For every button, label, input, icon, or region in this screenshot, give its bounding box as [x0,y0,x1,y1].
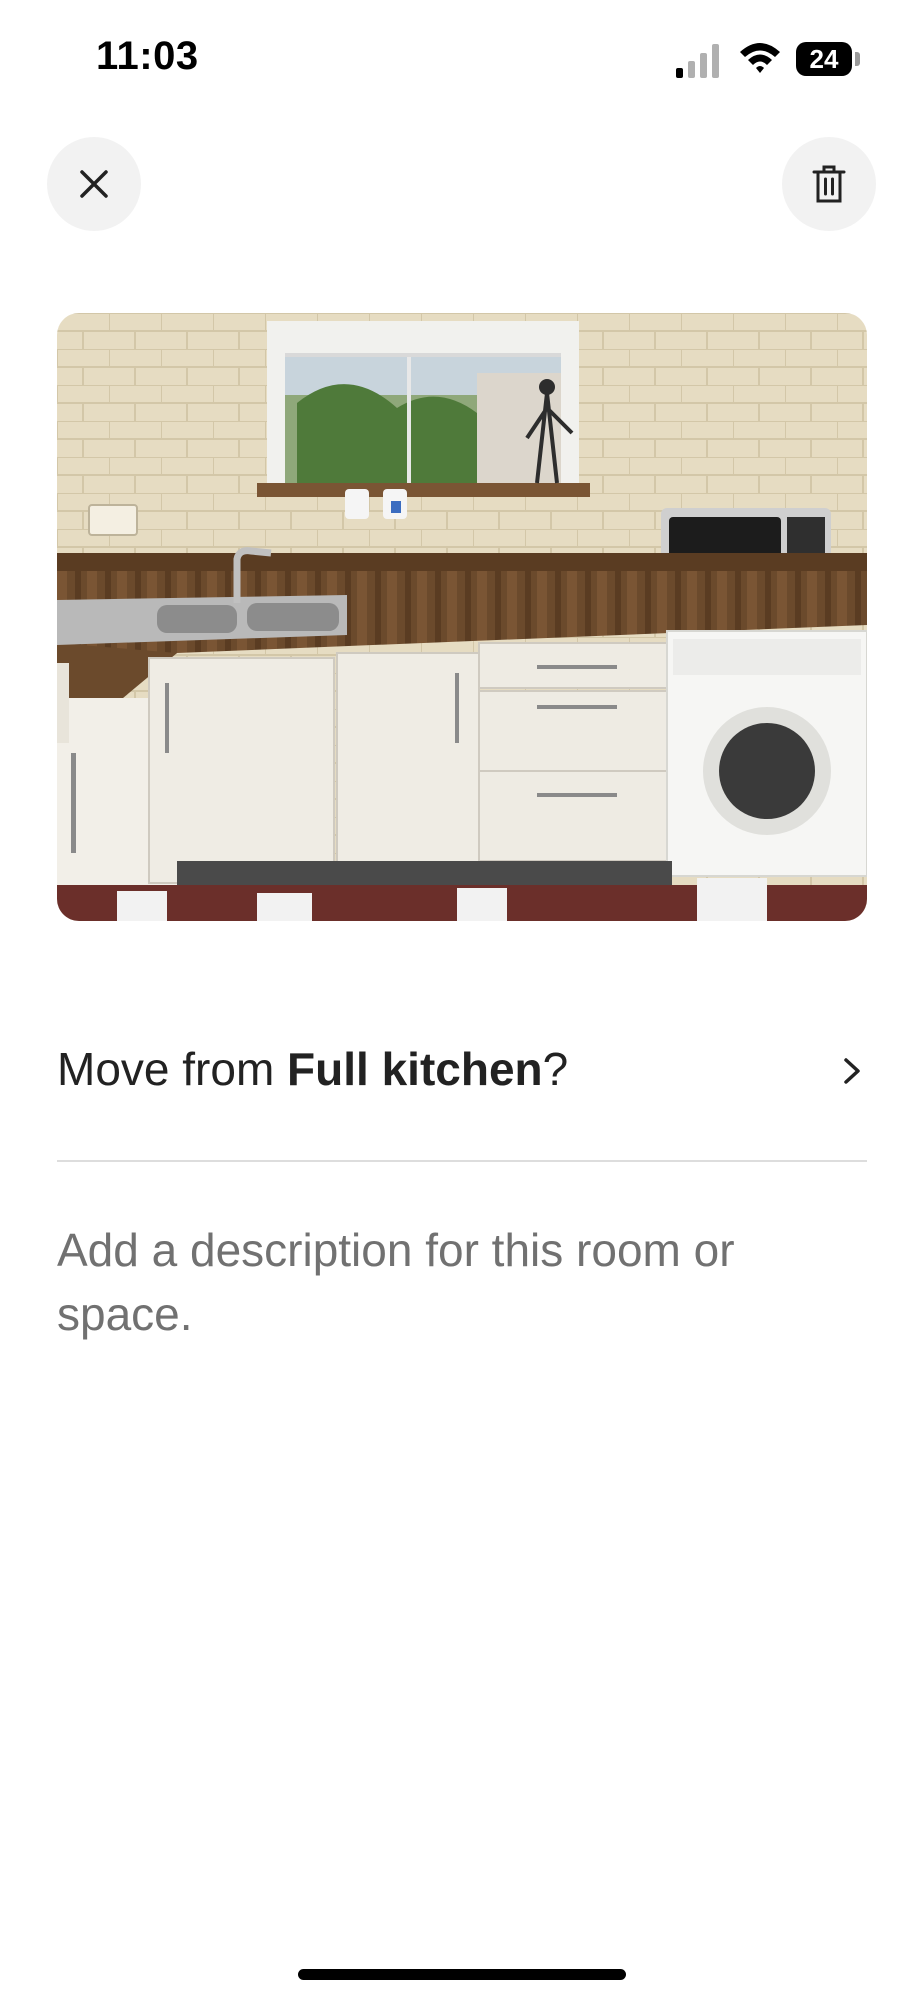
move-room-text: Move from Full kitchen? [57,1042,568,1096]
description-placeholder: Add a description for this room or space… [57,1224,735,1340]
wifi-icon [740,43,780,73]
battery-cap [855,52,860,66]
battery-level: 24 [809,43,839,74]
trash-icon [812,165,846,203]
battery-icon: 24 [796,42,852,76]
divider [57,1160,867,1162]
close-button[interactable] [47,137,141,231]
delete-button[interactable] [782,137,876,231]
status-bar: 11:03 24 [0,0,924,120]
move-room-row[interactable]: Move from Full kitchen? [57,1010,867,1130]
status-time: 11:03 [96,34,199,78]
signal-icon [676,44,719,78]
move-suffix: ? [542,1043,569,1095]
move-prefix: Move from [57,1043,288,1095]
description-input[interactable]: Add a description for this room or space… [57,1218,817,1346]
kitchen-photo-image [57,313,867,921]
home-indicator[interactable] [298,1969,626,1980]
current-room-name: Full kitchen [287,1043,543,1095]
close-icon [80,170,108,198]
chevron-right-icon [844,1058,860,1084]
room-photo[interactable] [57,313,867,921]
